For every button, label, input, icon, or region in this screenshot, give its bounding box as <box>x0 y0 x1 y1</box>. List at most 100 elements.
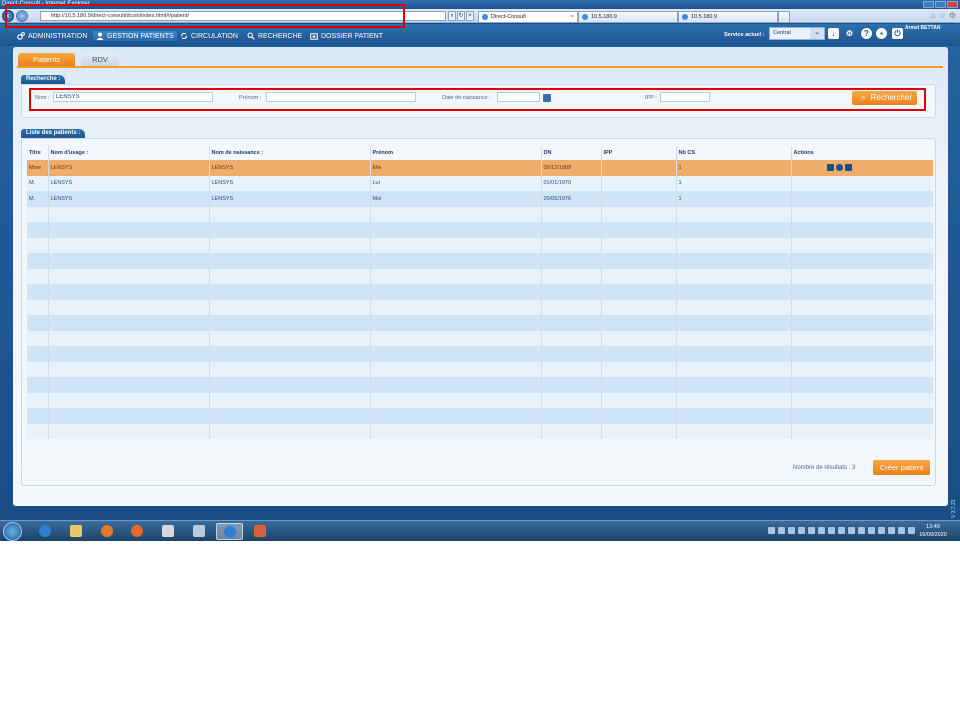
favorites-star-icon[interactable]: ☆ <box>939 12 946 20</box>
browser-tab-2[interactable]: 10.5.180.9 <box>578 11 678 22</box>
maximize-button[interactable] <box>935 1 946 8</box>
tab-close-icon[interactable]: × <box>571 12 574 22</box>
cell-actions <box>791 160 933 176</box>
cell-ipp <box>601 377 677 393</box>
cell-dn <box>541 346 602 362</box>
table-row[interactable]: M. LENSYS LENSYS Moi 20/05/1976 1 <box>27 191 933 207</box>
service-select[interactable]: Central ⌄ <box>769 27 825 40</box>
tray-icon[interactable] <box>798 527 805 534</box>
cell-actions <box>791 253 933 269</box>
cell-ipp <box>601 392 677 408</box>
cell-titre <box>27 268 49 284</box>
taskbar-app-5[interactable] <box>155 523 182 540</box>
taskbar-app-8[interactable] <box>247 523 274 540</box>
browser-tab-direct-consult[interactable]: Direct-Consult × <box>478 11 578 22</box>
column-header-nb-cs[interactable]: Nb CS <box>676 146 792 160</box>
column-header-dn[interactable]: DN <box>541 146 602 160</box>
settings-gear-icon[interactable]: ⚙ <box>949 12 956 20</box>
cell-dn <box>541 206 602 222</box>
taskbar-explorer[interactable] <box>63 523 90 540</box>
cell-nom-usage <box>48 408 210 424</box>
minimize-button[interactable] <box>923 1 934 8</box>
tray-icon[interactable] <box>908 527 915 534</box>
taskbar-media-player[interactable] <box>94 523 121 540</box>
column-header-ipp[interactable]: IPP <box>601 146 677 160</box>
refresh-icon[interactable]: ↻ <box>457 11 465 21</box>
cell-dn <box>541 253 602 269</box>
column-header-nom-naissance[interactable]: Nom de naissance : <box>209 146 371 160</box>
tray-icon[interactable] <box>808 527 815 534</box>
create-patient-button[interactable]: Créer patient <box>873 460 930 475</box>
system-clock[interactable]: 13:49 16/09/2020 <box>918 523 948 539</box>
table-row-empty <box>27 206 933 222</box>
tray-icon[interactable] <box>868 527 875 534</box>
cell-nom-naissance <box>209 268 371 284</box>
new-tab-button[interactable] <box>778 11 790 22</box>
cell-prenom <box>370 330 542 346</box>
browser-tab-3[interactable]: 10.5.180.9 <box>678 11 778 22</box>
cell-prenom <box>370 284 542 300</box>
cell-prenom: Lui <box>370 175 542 191</box>
cell-nom-usage <box>48 361 210 377</box>
settings-icon[interactable]: ⚙ <box>844 28 855 39</box>
help-icon[interactable]: ? <box>861 28 872 39</box>
menu-dossier-patient[interactable]: DOSSIER PATIENT <box>310 31 383 41</box>
tab-rdv[interactable]: RDV <box>81 53 119 66</box>
download-icon[interactable]: ↓ <box>828 28 839 39</box>
nav-highlight-box <box>5 4 405 28</box>
tray-icon[interactable] <box>828 527 835 534</box>
taskbar-app-6[interactable] <box>186 523 213 540</box>
edit-icon[interactable] <box>826 164 834 172</box>
cell-nb-cs: 1 <box>676 191 792 207</box>
taskbar-ie-active[interactable] <box>216 523 243 540</box>
search-dropdown-icon[interactable]: ⌕ <box>448 11 456 21</box>
tray-icon[interactable] <box>778 527 785 534</box>
cell-nom-usage <box>48 237 210 253</box>
stop-icon[interactable]: × <box>466 11 474 21</box>
table-row[interactable]: Mme LENSYS LENSYS Elle 09/12/1989 1 <box>27 160 933 176</box>
taskbar-firefox[interactable] <box>124 523 151 540</box>
home-icon[interactable]: ⌂ <box>931 12 936 20</box>
taskbar-ie-pinned[interactable] <box>32 523 59 540</box>
add-circle-icon[interactable] <box>835 164 843 172</box>
cell-ipp <box>601 315 677 331</box>
tray-icon[interactable] <box>898 527 905 534</box>
menu-recherche[interactable]: RECHERCHE <box>247 31 302 41</box>
version-label: V 3.7.21 <box>951 499 957 518</box>
tray-icon[interactable] <box>888 527 895 534</box>
ie-icon <box>224 526 236 538</box>
start-button[interactable] <box>3 522 22 541</box>
menu-gestion-patients[interactable]: GESTION PATIENTS <box>93 31 177 41</box>
table-row[interactable]: M. LENSYS LENSYS Lui 01/01/1970 1 <box>27 175 933 191</box>
tray-icon[interactable] <box>838 527 845 534</box>
table-row-empty <box>27 284 933 300</box>
close-window-button[interactable] <box>947 1 958 8</box>
tray-icon[interactable] <box>788 527 795 534</box>
cell-nb-cs <box>676 408 792 424</box>
menu-administration[interactable]: ADMINISTRATION <box>17 31 87 41</box>
tray-icon[interactable] <box>768 527 775 534</box>
column-header-titre[interactable]: Titre <box>27 146 49 160</box>
tray-icon[interactable] <box>818 527 825 534</box>
menu-circulation[interactable]: CIRCULATION <box>180 31 238 41</box>
cell-prenom <box>370 392 542 408</box>
column-header-prenom[interactable]: Prénom <box>370 146 542 160</box>
tray-icon[interactable] <box>848 527 855 534</box>
tray-icon[interactable] <box>858 527 865 534</box>
cell-nom-naissance <box>209 377 371 393</box>
trash-icon[interactable] <box>844 164 852 172</box>
tab-patients[interactable]: Patients <box>18 53 75 66</box>
table-row-empty <box>27 392 933 408</box>
column-header-nom-usage[interactable]: Nom d'usage : <box>48 146 210 160</box>
cell-dn <box>541 330 602 346</box>
search-highlight-box <box>29 88 926 111</box>
cell-nom-usage: LENSYS <box>48 160 210 176</box>
print-icon[interactable]: ▪ <box>876 28 887 39</box>
table-row-empty <box>27 408 933 424</box>
cell-prenom <box>370 253 542 269</box>
cell-nb-cs <box>676 392 792 408</box>
cell-nom-naissance <box>209 284 371 300</box>
logout-icon[interactable]: ⏻ <box>892 28 903 39</box>
tray-icon[interactable] <box>878 527 885 534</box>
cell-dn: 09/12/1989 <box>541 160 602 176</box>
